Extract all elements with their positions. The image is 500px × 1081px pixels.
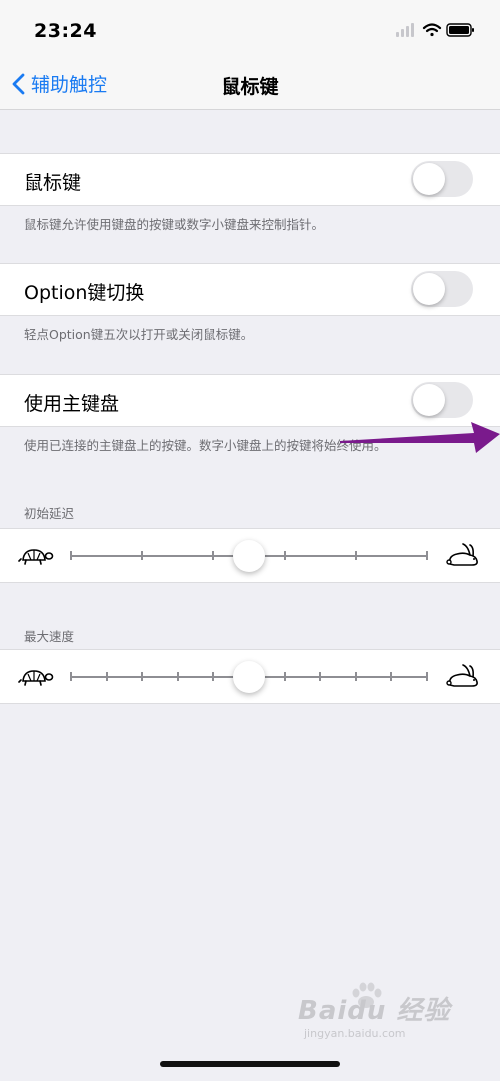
slider-tick [354, 672, 357, 681]
annotation-arrow [340, 422, 500, 453]
home-indicator[interactable] [160, 1061, 340, 1067]
slider-tick [105, 672, 108, 681]
rabbit-icon [446, 664, 478, 687]
baidu-watermark: Baidu 经验 jingyan.baidu.com [298, 990, 450, 1040]
max-speed-row [0, 649, 500, 704]
slider-tick [283, 672, 286, 681]
slider-tick [212, 551, 215, 560]
max-speed-header: 最大速度 [24, 629, 75, 644]
initial-delay-header: 初始延迟 [24, 506, 75, 521]
slider-thumb[interactable] [233, 661, 265, 693]
watermark-brand: Baidu 经验 [298, 996, 451, 1026]
slider-tick [141, 672, 144, 681]
slider-tick [426, 672, 428, 681]
turtle-icon [18, 549, 54, 565]
slider-thumb[interactable] [233, 540, 265, 572]
slider-tick [319, 672, 322, 681]
slider-tick [176, 672, 179, 681]
slider-tick [212, 672, 215, 681]
slider-tick [354, 551, 357, 560]
rabbit-icon [446, 543, 478, 566]
slider-tick [283, 551, 286, 560]
slider-tick [390, 672, 393, 681]
slider-tick [70, 551, 72, 560]
slider-tick [141, 551, 144, 560]
initial-delay-row [0, 528, 500, 583]
turtle-icon [18, 670, 54, 686]
slider-tick [426, 551, 428, 560]
slider-tick [70, 672, 72, 681]
watermark-url: jingyan.baidu.com [304, 1027, 406, 1040]
